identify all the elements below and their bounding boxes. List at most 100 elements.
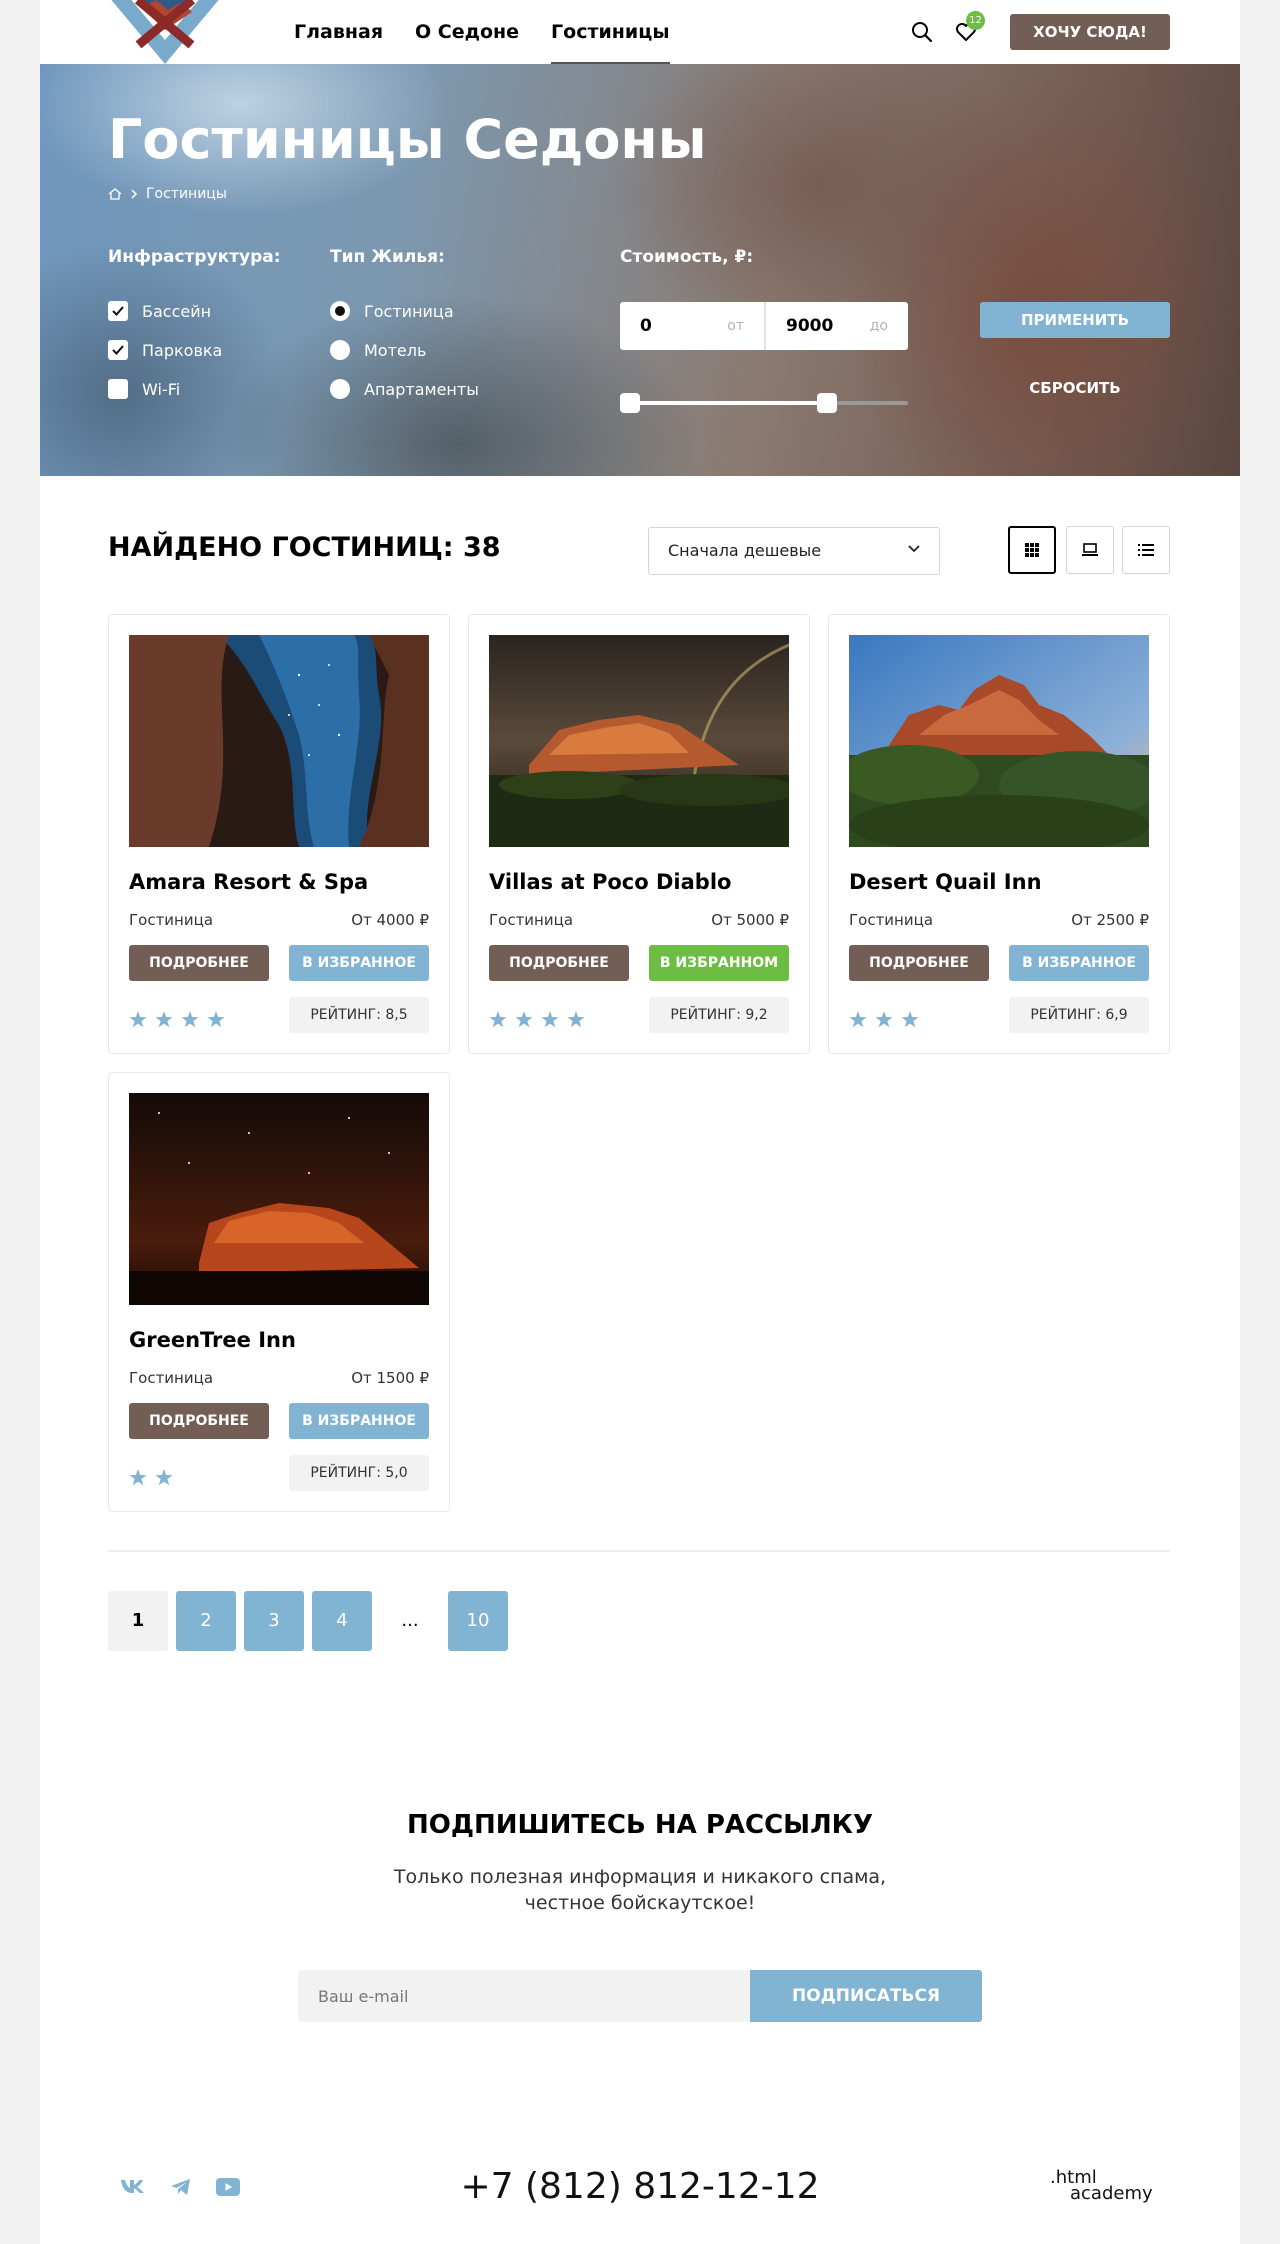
star-icon (489, 1011, 507, 1028)
hotel-photo[interactable] (849, 635, 1149, 847)
checkbox-wifi[interactable]: Wi-Fi (108, 379, 180, 399)
card-view-button[interactable] (1066, 526, 1114, 574)
range-fill (630, 401, 828, 405)
star-icon (129, 1011, 147, 1028)
apply-filter-button[interactable]: ПРИМЕНИТЬ (980, 302, 1170, 338)
hotel-type: Гостиница (129, 911, 214, 929)
card-view-icon (1082, 543, 1098, 556)
nav-item-about[interactable]: О Седоне (415, 0, 519, 64)
favorite-button[interactable]: В ИЗБРАННОЕ (289, 945, 429, 981)
star-icon (849, 1011, 867, 1028)
star-icon (155, 1011, 173, 1028)
range-max-thumb[interactable] (817, 393, 838, 413)
hotel-price: От 5000 ₽ (711, 911, 789, 929)
hotel-type: Гостиница (489, 911, 574, 929)
radio-circle[interactable] (330, 379, 350, 399)
checkbox-label: Wi-Fi (142, 379, 181, 399)
page-title: Гостиницы Седоны (108, 108, 707, 171)
hotel-name[interactable]: Villas at Poco Diablo (489, 870, 731, 894)
hotel-type: Гостиница (849, 911, 934, 929)
list-icon (1138, 544, 1154, 556)
details-button[interactable]: ПОДРОБНЕЕ (849, 945, 989, 981)
city-of-sedona-logo[interactable] (108, 0, 222, 64)
hotel-card: Villas at Poco Diablo Гостиница От 5000 … (468, 614, 810, 1054)
sort-value: Сначала дешевые (668, 541, 822, 560)
infrastructure-title: Инфраструктура: (108, 247, 281, 267)
subscribe-form: ПОДПИСАТЬСЯ (298, 1970, 982, 2022)
radio-circle[interactable] (330, 301, 350, 321)
sort-select[interactable]: Сначала дешевые (648, 527, 940, 575)
hotel-card: Desert Quail Inn Гостиница От 2500 ₽ ПОД… (828, 614, 1170, 1054)
checkbox-pool[interactable]: Бассейн (108, 301, 211, 321)
checkbox-box[interactable] (108, 379, 128, 399)
range-min-thumb[interactable] (620, 393, 640, 413)
nav-item-home[interactable]: Главная (294, 0, 383, 64)
checkbox-box[interactable] (108, 301, 128, 321)
radio-label: Мотель (364, 340, 427, 360)
radio-apartments[interactable]: Апартаменты (330, 379, 479, 399)
page-button[interactable]: 3 (244, 1591, 304, 1651)
price-range-slider[interactable] (620, 393, 908, 413)
rating-badge: РЕЙТИНГ: 6,9 (1009, 997, 1149, 1033)
page-button[interactable]: 2 (176, 1591, 236, 1651)
favorite-button[interactable]: В ИЗБРАННОЕ (289, 1403, 429, 1439)
page-button[interactable]: 4 (312, 1591, 372, 1651)
hotel-type: Гостиница (129, 1369, 214, 1387)
hotel-name[interactable]: Amara Resort & Spa (129, 870, 368, 894)
subscribe-button[interactable]: ПОДПИСАТЬСЯ (750, 1970, 982, 2022)
checkbox-parking[interactable]: Парковка (108, 340, 222, 360)
list-view-button[interactable] (1122, 526, 1170, 574)
hotel-price: От 4000 ₽ (351, 911, 429, 929)
radio-label: Гостиница (364, 301, 454, 321)
star-rating (849, 1011, 919, 1028)
email-field[interactable] (298, 1970, 750, 2022)
check-icon (112, 306, 124, 316)
radio-hotel[interactable]: Гостиница (330, 301, 454, 321)
details-button[interactable]: ПОДРОБНЕЕ (129, 945, 269, 981)
radio-dot (335, 306, 345, 316)
price-max-field[interactable]: 9000 до (764, 302, 908, 350)
page-button[interactable]: 10 (448, 1591, 508, 1651)
details-button[interactable]: ПОДРОБНЕЕ (489, 945, 629, 981)
nav-item-hotels[interactable]: Гостиницы (551, 0, 670, 64)
html-academy-logo[interactable]: .html academy (1050, 2169, 1170, 2210)
radio-label: Апартаменты (364, 379, 479, 399)
price-max-value[interactable]: 9000 (786, 302, 833, 350)
search-icon[interactable] (910, 20, 934, 44)
radio-motel[interactable]: Мотель (330, 340, 426, 360)
pagination: 1 2 3 4 ... 10 (108, 1591, 508, 1651)
hotel-name[interactable]: GreenTree Inn (129, 1328, 296, 1352)
radio-circle[interactable] (330, 340, 350, 360)
star-icon (155, 1469, 173, 1486)
price-min-value[interactable]: 0 (640, 302, 652, 350)
star-icon (901, 1011, 919, 1028)
star-icon (129, 1469, 147, 1486)
hotel-photo[interactable] (489, 635, 789, 847)
page: Главная О Седоне Гостиницы 12 ХОЧУ СЮДА!… (40, 0, 1240, 2244)
rating-badge: РЕЙТИНГ: 8,5 (289, 997, 429, 1033)
hotel-name[interactable]: Desert Quail Inn (849, 870, 1042, 894)
hero-filter-section: Гостиницы Седоны Гостиницы Инфраструктур… (40, 64, 1240, 476)
breadcrumb-current: Гостиницы (146, 186, 227, 202)
checkbox-label: Бассейн (142, 301, 212, 321)
check-icon (112, 345, 124, 355)
star-rating (129, 1011, 225, 1028)
price-max-unit: до (869, 318, 888, 334)
in-favorites-button[interactable]: В ИЗБРАННОМ (649, 945, 789, 981)
hotel-photo[interactable] (129, 635, 429, 847)
favorite-button[interactable]: В ИЗБРАННОЕ (1009, 945, 1149, 981)
chevron-down-icon (908, 545, 920, 553)
rating-badge: РЕЙТИНГ: 9,2 (649, 997, 789, 1033)
checkbox-label: Парковка (142, 340, 223, 360)
hotel-photo[interactable] (129, 1093, 429, 1305)
checkbox-box[interactable] (108, 340, 128, 360)
reset-filter-button[interactable]: СБРОСИТЬ (980, 370, 1170, 406)
grid-view-button[interactable] (1008, 526, 1056, 574)
rating-badge: РЕЙТИНГ: 5,0 (289, 1455, 429, 1491)
price-min-field[interactable]: 0 от (620, 302, 764, 350)
page-button-current[interactable]: 1 (108, 1591, 168, 1651)
details-button[interactable]: ПОДРОБНЕЕ (129, 1403, 269, 1439)
home-icon[interactable] (108, 188, 122, 200)
want-here-button[interactable]: ХОЧУ СЮДА! (1010, 14, 1170, 50)
star-icon (567, 1011, 585, 1028)
